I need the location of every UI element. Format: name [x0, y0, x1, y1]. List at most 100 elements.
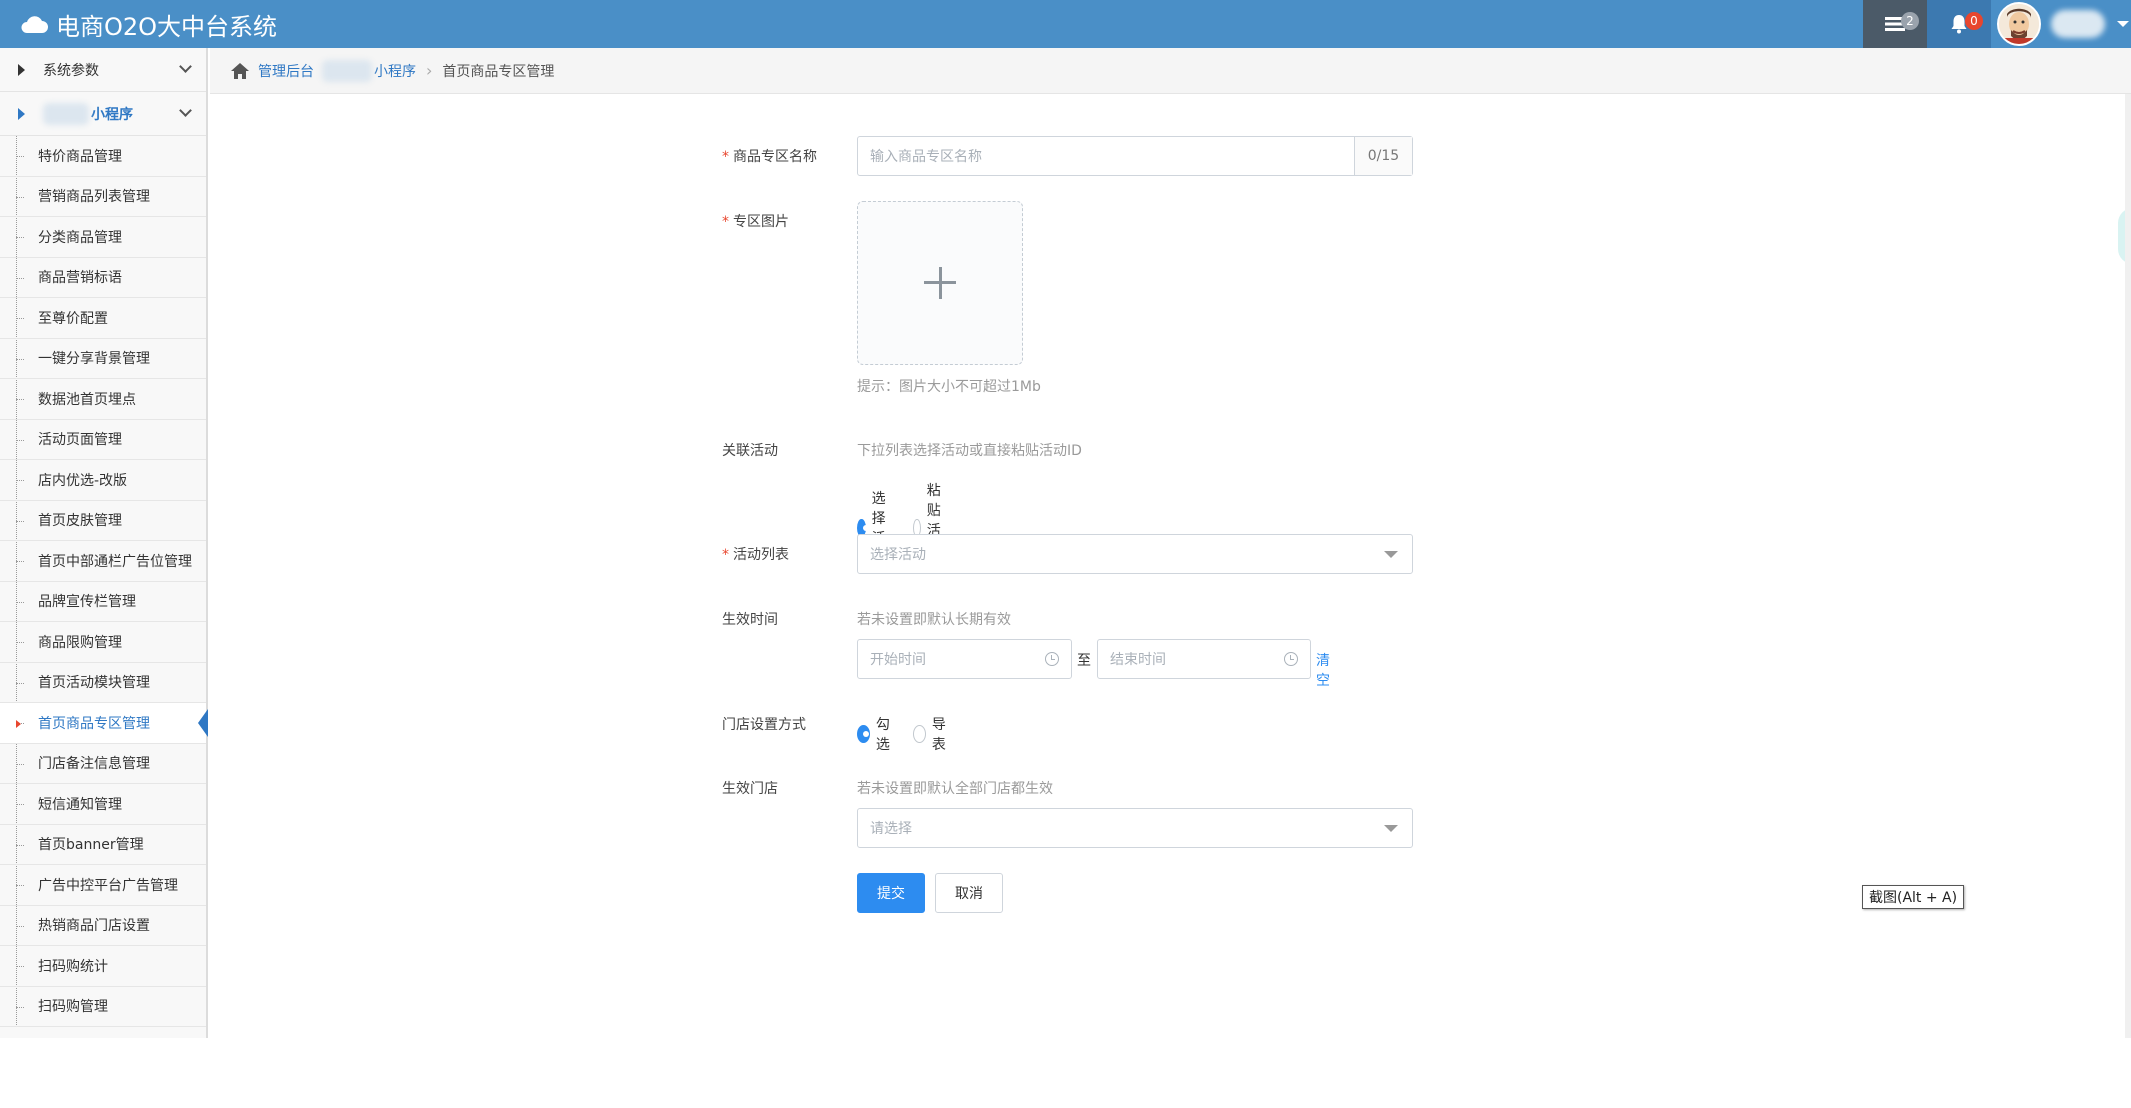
radio-check-stores[interactable]: 勾选: [857, 714, 895, 754]
cloud-icon: [21, 16, 48, 33]
clock-icon: [1284, 652, 1298, 666]
effective-store-label: 生效门店: [722, 781, 778, 797]
sidebar-item[interactable]: 商品营销标语: [0, 258, 206, 298]
sidebar-item[interactable]: 热销商品门店设置: [0, 906, 206, 946]
sidebar-item[interactable]: 分类商品管理: [0, 217, 206, 258]
radio-unchecked-icon: [913, 725, 926, 743]
sidebar-item[interactable]: 首页banner管理: [0, 825, 206, 865]
sidebar-item[interactable]: 营销商品列表管理: [0, 177, 206, 217]
chevron-down-icon: [179, 104, 192, 117]
notifications-badge: 0: [1965, 12, 1983, 30]
activity-hint: 下拉列表选择活动或直接粘贴活动ID: [857, 443, 1082, 459]
caret-down-icon: [1384, 824, 1398, 832]
radio-checked-icon: [857, 725, 870, 743]
sidebar-group-system[interactable]: 系统参数: [0, 48, 206, 92]
activity-list-select[interactable]: 选择活动: [857, 534, 1413, 574]
zone-image-label: * 专区图片: [722, 211, 789, 231]
active-pointer-icon: [198, 709, 208, 737]
breadcrumb-separator-icon: ›: [426, 61, 433, 80]
sidebar-item[interactable]: 门店备注信息管理: [0, 744, 206, 784]
sidebar-item[interactable]: 短信通知管理: [0, 784, 206, 825]
breadcrumb-section[interactable]: 小程序: [374, 61, 416, 81]
app-title: 电商O2O大中台系统: [56, 12, 278, 41]
sidebar-item-label: 特价商品管理: [38, 148, 122, 165]
sidebar-item[interactable]: 首页皮肤管理: [0, 501, 206, 541]
sidebar-item[interactable]: 至尊价配置: [0, 298, 206, 339]
username-masked: [2051, 10, 2105, 38]
sidebar-item[interactable]: 数据池首页埋点: [0, 379, 206, 420]
notifications-button[interactable]: 0: [1927, 0, 1991, 48]
masked-name: [322, 59, 372, 82]
sidebar-menu: 特价商品管理 营销商品列表管理 分类商品管理 商品营销标语 至尊价配置 一键分享…: [0, 136, 208, 1027]
chevron-down-icon: [2117, 21, 2129, 27]
clear-time-link[interactable]: 清空: [1316, 650, 1330, 690]
clock-icon: [1045, 652, 1059, 666]
sidebar-item[interactable]: 品牌宣传栏管理: [0, 582, 206, 622]
activity-list-label: * 活动列表: [722, 544, 789, 564]
breadcrumb: 管理后台 小程序 › 首页商品专区管理: [210, 48, 2131, 94]
required-mark-icon: *: [722, 547, 729, 563]
home-icon[interactable]: [230, 62, 250, 80]
sidebar-item-label: 商品营销标语: [38, 270, 122, 287]
sidebar-item-label: 首页商品专区管理: [38, 715, 150, 732]
sidebar-item[interactable]: 一键分享背景管理: [0, 339, 206, 379]
user-menu[interactable]: [1991, 0, 2131, 48]
sidebar-item[interactable]: 广告中控平台广告管理: [0, 865, 206, 906]
end-time-input[interactable]: 结束时间: [1097, 639, 1311, 679]
chevron-down-icon: [179, 60, 192, 73]
image-upload-button[interactable]: [857, 201, 1023, 365]
sidebar-item[interactable]: 扫码购管理: [0, 987, 206, 1027]
activity-list-placeholder: 选择活动: [870, 547, 926, 563]
required-mark-icon: *: [722, 214, 729, 230]
caret-down-icon: [1384, 550, 1398, 558]
zone-name-input[interactable]: 输入商品专区名称 0/15: [857, 136, 1413, 176]
end-time-placeholder: 结束时间: [1110, 652, 1166, 668]
radio-import-sheet[interactable]: 导表: [913, 714, 951, 754]
effective-time-label: 生效时间: [722, 612, 778, 628]
cancel-button[interactable]: 取消: [935, 873, 1003, 913]
plus-icon: [924, 267, 956, 299]
effective-store-select[interactable]: 请选择: [857, 808, 1413, 848]
sidebar-item-active[interactable]: 首页商品专区管理: [0, 703, 208, 744]
messages-badge: 2: [1901, 12, 1919, 30]
sidebar-item-label: 首页活动模块管理: [38, 675, 150, 692]
sidebar: 系统参数 小程序 特价商品管理 营销商品列表管理 分类商品管理 商品营销标语 至…: [0, 48, 208, 1038]
sidebar-group-label: 小程序: [91, 106, 133, 123]
submit-button[interactable]: 提交: [857, 873, 925, 913]
sidebar-item-label: 分类商品管理: [38, 229, 122, 246]
radio-label: 勾选: [875, 717, 890, 753]
store-mode-label: 门店设置方式: [722, 717, 806, 733]
sidebar-item[interactable]: 店内优选-改版: [0, 460, 206, 501]
sidebar-item[interactable]: 活动页面管理: [0, 420, 206, 460]
start-time-input[interactable]: 开始时间: [857, 639, 1072, 679]
sidebar-group-miniprogram[interactable]: 小程序: [0, 92, 206, 136]
zone-name-label-text: 商品专区名称: [733, 149, 817, 165]
sidebar-item[interactable]: 首页中部通栏广告位管理: [0, 541, 206, 582]
start-time-placeholder: 开始时间: [870, 652, 926, 668]
required-mark-icon: *: [722, 149, 729, 165]
sidebar-item[interactable]: 商品限购管理: [0, 622, 206, 663]
effective-store-placeholder: 请选择: [870, 821, 912, 837]
scrollbar[interactable]: [2125, 94, 2131, 1038]
sidebar-item-label: 营销商品列表管理: [38, 189, 150, 206]
avatar: [1997, 2, 2041, 46]
radio-label: 导表: [931, 717, 946, 753]
sidebar-item-label: 广告中控平台广告管理: [38, 877, 178, 894]
sidebar-item[interactable]: 扫码购统计: [0, 946, 206, 987]
activity-list-label-text: 活动列表: [733, 547, 789, 563]
sidebar-item[interactable]: 特价商品管理: [0, 136, 206, 177]
time-range-separator: 至: [1077, 653, 1091, 669]
sidebar-item[interactable]: 首页活动模块管理: [0, 663, 206, 703]
top-bar: 电商O2O大中台系统 2 0: [0, 0, 2131, 48]
breadcrumb-home[interactable]: 管理后台: [258, 61, 314, 81]
sidebar-item-label: 扫码购统计: [38, 958, 108, 975]
app-brand[interactable]: 电商O2O大中台系统: [20, 0, 277, 48]
sidebar-item-label: 数据池首页埋点: [38, 391, 136, 408]
zone-image-label-text: 专区图片: [733, 214, 789, 230]
messages-button[interactable]: 2: [1863, 0, 1927, 48]
zone-name-placeholder: 输入商品专区名称: [870, 149, 982, 165]
zone-image-tip: 提示：图片大小不可超过1Mb: [857, 379, 1041, 395]
sidebar-item-label: 扫码购管理: [38, 999, 108, 1016]
sidebar-item-label: 一键分享背景管理: [38, 351, 150, 368]
masked-name: [43, 102, 89, 125]
